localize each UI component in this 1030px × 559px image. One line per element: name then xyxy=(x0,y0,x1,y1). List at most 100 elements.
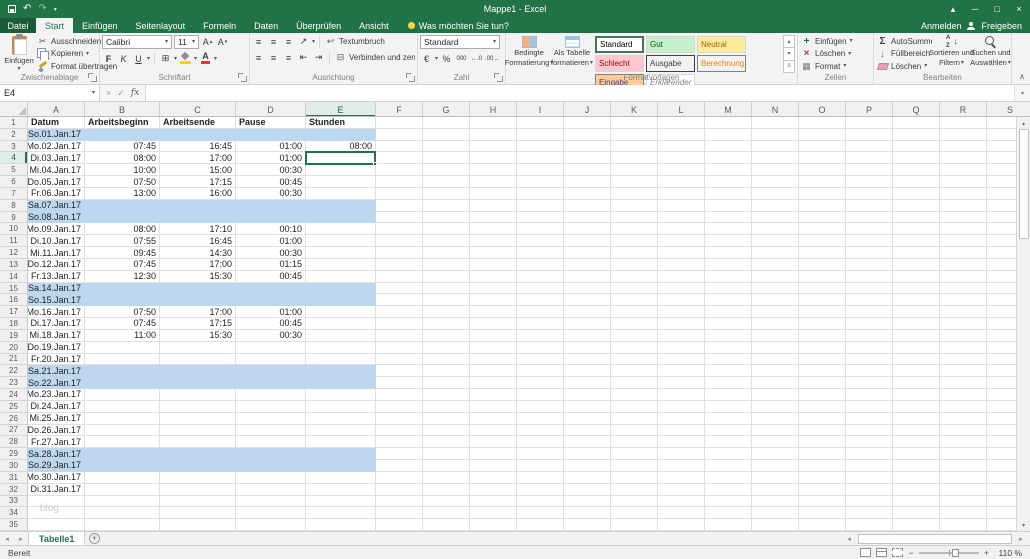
cell-L9[interactable] xyxy=(658,211,705,224)
row-header-10[interactable]: 10 xyxy=(0,223,28,236)
orientation-icon[interactable]: ↗ xyxy=(297,35,310,48)
cell-A7[interactable]: Fr.06.Jan.17 xyxy=(28,187,85,200)
cell-I31[interactable] xyxy=(517,471,564,484)
cell-D16[interactable] xyxy=(236,294,306,307)
cell-E5[interactable] xyxy=(306,164,376,177)
cell-G24[interactable] xyxy=(423,389,470,401)
borders-dropdown-icon[interactable]: ▾ xyxy=(174,56,177,62)
name-box-dropdown-icon[interactable]: ▾ xyxy=(92,90,95,96)
cell-C3[interactable]: 16:45 xyxy=(160,140,236,153)
cell-E28[interactable] xyxy=(306,436,376,449)
cell-S20[interactable] xyxy=(987,342,1016,354)
cell-E29[interactable] xyxy=(306,448,376,461)
cell-Q26[interactable] xyxy=(893,412,940,425)
cell-B15[interactable] xyxy=(85,282,160,295)
cell-L23[interactable] xyxy=(658,377,705,390)
cell-O22[interactable] xyxy=(799,365,846,378)
cell-H28[interactable] xyxy=(470,436,517,449)
cell-F22[interactable] xyxy=(376,365,423,378)
cell-H7[interactable] xyxy=(470,187,517,200)
cell-B8[interactable] xyxy=(85,199,160,212)
cell-R18[interactable] xyxy=(940,318,987,330)
cell-C24[interactable] xyxy=(160,389,236,401)
cell-D15[interactable] xyxy=(236,282,306,295)
row-header-12[interactable]: 12 xyxy=(0,247,28,259)
cell-M24[interactable] xyxy=(705,389,752,401)
cell-J8[interactable] xyxy=(564,199,611,212)
cell-H30[interactable] xyxy=(470,460,517,472)
cell-G2[interactable] xyxy=(423,128,470,141)
column-header-O[interactable]: O xyxy=(799,102,846,116)
cell-L13[interactable] xyxy=(658,258,705,271)
cell-J33[interactable] xyxy=(564,495,611,508)
cell-B12[interactable]: 09:45 xyxy=(85,247,160,259)
cell-O19[interactable] xyxy=(799,329,846,342)
cell-O16[interactable] xyxy=(799,294,846,307)
cell-Q20[interactable] xyxy=(893,341,940,354)
select-all-corner[interactable] xyxy=(0,102,28,116)
cell-D14[interactable]: 00:45 xyxy=(236,270,306,283)
zoom-slider[interactable] xyxy=(918,548,979,557)
cell-C18[interactable]: 17:15 xyxy=(160,318,236,330)
vertical-scrollbar[interactable]: ▴ ▾ xyxy=(1016,117,1030,531)
column-header-F[interactable]: F xyxy=(376,102,423,116)
cell-O17[interactable] xyxy=(799,306,846,319)
cell-D21[interactable] xyxy=(236,353,306,366)
cell-F23[interactable] xyxy=(376,377,423,390)
cell-C34[interactable] xyxy=(160,507,236,520)
align-middle-icon[interactable]: ≡ xyxy=(267,35,280,48)
column-header-A[interactable]: A xyxy=(28,102,85,116)
cell-F16[interactable] xyxy=(376,294,423,307)
row-header-16[interactable]: 16 xyxy=(0,294,28,307)
cell-I10[interactable] xyxy=(517,223,564,236)
cell-style-berechnung[interactable]: Berechnung xyxy=(697,55,746,72)
cell-I24[interactable] xyxy=(517,389,564,401)
row-header-15[interactable]: 15 xyxy=(0,282,28,295)
tab-einf-gen[interactable]: Einfügen xyxy=(73,18,127,33)
cell-J19[interactable] xyxy=(564,329,611,342)
cell-S17[interactable] xyxy=(987,306,1016,319)
cell-S27[interactable] xyxy=(987,425,1016,437)
decrease-font-size-button[interactable]: A ▾ xyxy=(216,36,229,49)
cell-M26[interactable] xyxy=(705,412,752,425)
cell-O12[interactable] xyxy=(799,247,846,259)
cell-I5[interactable] xyxy=(517,164,564,177)
row-header-19[interactable]: 19 xyxy=(0,329,28,342)
cell-F21[interactable] xyxy=(376,353,423,366)
cell-D24[interactable] xyxy=(236,389,306,401)
cell-K30[interactable] xyxy=(611,460,658,472)
cell-M19[interactable] xyxy=(705,329,752,342)
column-header-L[interactable]: L xyxy=(658,102,705,116)
cell-Q18[interactable] xyxy=(893,318,940,330)
column-header-B[interactable]: B xyxy=(85,102,160,116)
cell-C26[interactable] xyxy=(160,412,236,425)
cell-L24[interactable] xyxy=(658,389,705,401)
cell-P32[interactable] xyxy=(846,483,893,496)
cell-F20[interactable] xyxy=(376,341,423,354)
cell-S19[interactable] xyxy=(987,330,1016,342)
cell-E34[interactable] xyxy=(306,507,376,520)
cell-M2[interactable] xyxy=(705,128,752,141)
cell-E17[interactable] xyxy=(306,306,376,319)
cell-L25[interactable] xyxy=(658,400,705,413)
column-header-K[interactable]: K xyxy=(611,102,658,116)
cell-A26[interactable]: Mi.25.Jan.17 xyxy=(28,412,85,425)
cell-S28[interactable] xyxy=(987,436,1016,449)
cell-I34[interactable] xyxy=(517,507,564,520)
cell-R7[interactable] xyxy=(940,187,987,200)
enter-icon[interactable]: ✓ xyxy=(117,88,125,99)
cell-H24[interactable] xyxy=(470,389,517,401)
cell-S31[interactable] xyxy=(987,472,1016,484)
tab-formeln[interactable]: Formeln xyxy=(194,18,245,33)
cell-P18[interactable] xyxy=(846,318,893,330)
cell-R27[interactable] xyxy=(940,424,987,437)
cell-A29[interactable]: Sa.28.Jan.17 xyxy=(28,448,85,461)
cell-K13[interactable] xyxy=(611,258,658,271)
cell-I19[interactable] xyxy=(517,329,564,342)
cell-O26[interactable] xyxy=(799,412,846,425)
cell-D28[interactable] xyxy=(236,436,306,449)
cell-E26[interactable] xyxy=(306,412,376,425)
cell-O13[interactable] xyxy=(799,258,846,271)
zoom-slider-thumb[interactable] xyxy=(951,548,959,557)
comma-style-icon[interactable]: 000 xyxy=(455,52,468,65)
